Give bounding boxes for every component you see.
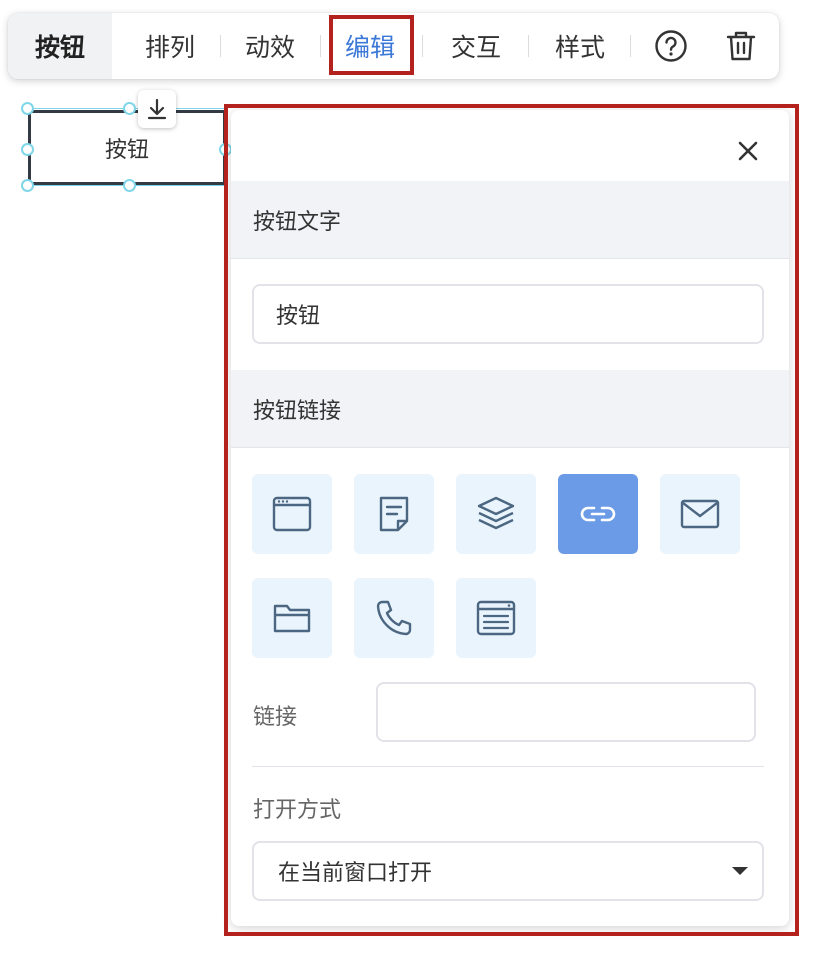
link-type-url[interactable] xyxy=(558,474,638,554)
edit-panel: 按钮文字 按钮 按钮链接 链接 打开方式 在当前窗口打开 xyxy=(231,110,789,926)
toolbar-divider xyxy=(320,35,321,57)
chevron-down-icon xyxy=(732,867,748,875)
button-text-value: 按钮 xyxy=(276,304,321,329)
tab-arrange[interactable]: 排列 xyxy=(120,13,220,79)
open-mode-select[interactable]: 在当前窗口打开 xyxy=(252,841,764,901)
mail-icon xyxy=(680,499,720,529)
open-mode-value: 在当前窗口打开 xyxy=(278,861,433,886)
link-type-email[interactable] xyxy=(660,474,740,554)
resize-handle[interactable] xyxy=(123,102,136,115)
section-title: 按钮链接 xyxy=(253,398,342,424)
list-window-icon xyxy=(476,600,516,636)
link-type-file[interactable] xyxy=(252,578,332,658)
help-circle-icon[interactable] xyxy=(648,13,694,79)
link-type-webpage[interactable] xyxy=(252,474,332,554)
link-url-input[interactable] xyxy=(376,682,756,742)
resize-handle[interactable] xyxy=(21,179,34,192)
resize-handle[interactable] xyxy=(21,102,34,115)
tab-button[interactable]: 按钮 xyxy=(8,13,112,79)
link-icon xyxy=(580,506,616,522)
toolbar-divider xyxy=(630,35,631,57)
phone-icon xyxy=(376,600,412,636)
button-link-section: 按钮链接 xyxy=(231,370,789,448)
button-text-input[interactable]: 按钮 xyxy=(252,284,764,344)
link-type-phone[interactable] xyxy=(354,578,434,658)
folder-icon xyxy=(273,604,311,633)
layers-icon xyxy=(477,496,515,530)
button-text-section: 按钮文字 xyxy=(231,181,789,259)
section-title: 按钮文字 xyxy=(253,209,342,235)
tab-animation[interactable]: 动效 xyxy=(220,13,320,79)
resize-handle[interactable] xyxy=(21,143,34,156)
edit-tab-highlight xyxy=(329,15,414,75)
link-label: 链接 xyxy=(253,705,298,730)
trash-icon[interactable] xyxy=(718,13,764,79)
toolbar-divider xyxy=(422,35,423,57)
canvas-button[interactable]: 按钮 xyxy=(28,110,226,185)
link-type-layer[interactable] xyxy=(456,474,536,554)
tab-style[interactable]: 样式 xyxy=(530,13,630,79)
note-page-icon xyxy=(379,496,409,532)
browser-window-icon xyxy=(272,496,312,532)
tab-interaction[interactable]: 交互 xyxy=(426,13,526,79)
close-icon[interactable] xyxy=(733,136,763,166)
download-arrow-icon[interactable] xyxy=(138,90,176,128)
divider xyxy=(252,766,764,767)
open-mode-label: 打开方式 xyxy=(253,798,342,823)
resize-handle[interactable] xyxy=(123,179,136,192)
link-type-popup[interactable] xyxy=(456,578,536,658)
link-type-page[interactable] xyxy=(354,474,434,554)
toolbar-divider xyxy=(528,35,529,57)
